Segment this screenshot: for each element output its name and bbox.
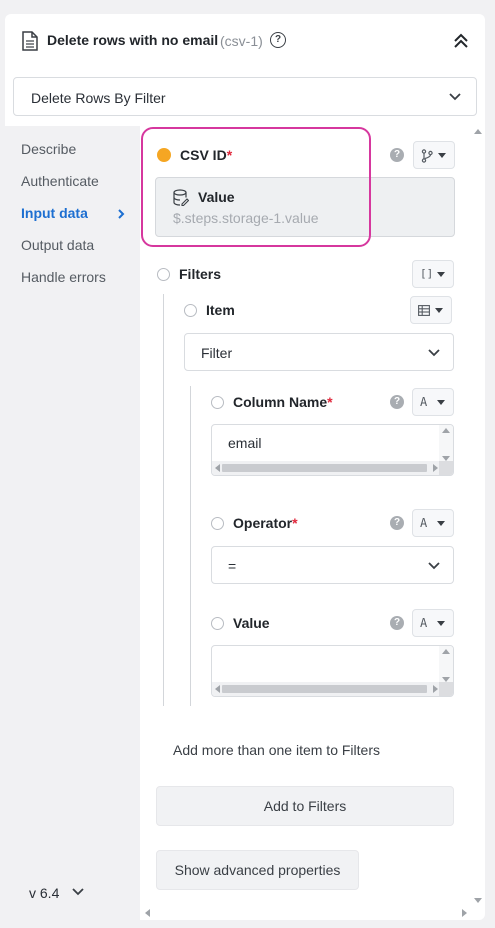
csv-id-type-button[interactable]	[413, 141, 455, 169]
resize-handle[interactable]	[439, 461, 453, 475]
operator-type-button[interactable]: A	[412, 509, 454, 537]
tree-line-nested	[190, 386, 191, 706]
field-filters: Filters	[157, 266, 221, 282]
value-radio[interactable]	[211, 616, 224, 630]
chevron-right-icon	[118, 209, 125, 219]
textarea-vscroll[interactable]	[439, 425, 453, 463]
csv-id-help-icon[interactable]: ?	[390, 148, 404, 162]
value-type-button[interactable]: A	[412, 609, 454, 637]
vertical-scrollbar[interactable]	[471, 126, 485, 906]
action-select-value: Delete Rows By Filter	[31, 90, 166, 106]
operator-help-icon[interactable]: ?	[390, 516, 404, 530]
field-value: Value	[211, 615, 270, 631]
horizontal-scrollbar[interactable]	[141, 906, 471, 920]
chevron-down-icon	[428, 349, 440, 357]
text-type-icon: A	[420, 516, 428, 530]
caret-down-icon	[437, 621, 445, 626]
required-mark: *	[327, 394, 333, 410]
item-type-button[interactable]	[410, 296, 452, 324]
required-mark: *	[292, 515, 298, 531]
filters-radio[interactable]	[157, 267, 170, 281]
filters-label: Filters	[179, 266, 222, 282]
list-icon: []	[420, 267, 434, 280]
column-name-type-button[interactable]: A	[412, 388, 454, 416]
caret-down-icon	[437, 521, 445, 526]
add-more-hint: Add more than one item to Filters	[173, 742, 380, 758]
resize-handle[interactable]	[439, 682, 453, 696]
chevron-down-icon	[428, 562, 440, 570]
textarea-hscroll[interactable]	[212, 682, 441, 696]
table-icon	[418, 305, 430, 316]
tree-line	[163, 294, 164, 706]
nav-item-input-data[interactable]: Input data	[21, 205, 88, 221]
value-input[interactable]	[211, 645, 454, 697]
caret-down-icon	[437, 400, 445, 405]
action-select[interactable]: Delete Rows By Filter	[13, 77, 477, 116]
help-icon[interactable]: ?	[270, 32, 286, 48]
column-name-help-icon[interactable]: ?	[390, 395, 404, 409]
column-name-input[interactable]: email	[211, 424, 454, 476]
operator-select[interactable]: =	[211, 546, 454, 584]
panel-header: Delete rows with no email (csv-1) ?	[5, 14, 485, 66]
collapse-chevrons-icon[interactable]	[451, 31, 471, 51]
step-id: (csv-1)	[220, 33, 263, 49]
operator-radio[interactable]	[211, 516, 224, 530]
version-chevron-down-icon[interactable]	[72, 887, 84, 897]
add-to-filters-button[interactable]: Add to Filters	[156, 786, 454, 826]
item-radio[interactable]	[184, 303, 197, 317]
column-name-label: Column Name	[233, 394, 328, 410]
value-label: Value	[233, 615, 270, 631]
nav-item-output-data[interactable]: Output data	[21, 237, 94, 253]
item-type-select[interactable]: Filter	[184, 333, 454, 371]
item-type-select-value: Filter	[201, 345, 233, 361]
field-item: Item	[184, 302, 235, 318]
item-label: Item	[206, 302, 235, 318]
column-name-radio[interactable]	[211, 395, 224, 409]
nav-item-authenticate[interactable]: Authenticate	[21, 173, 99, 189]
text-type-icon: A	[420, 616, 428, 630]
caret-down-icon	[437, 272, 445, 277]
operator-select-value: =	[228, 558, 237, 574]
nav-item-describe[interactable]: Describe	[21, 141, 76, 157]
step-title[interactable]: Delete rows with no email	[47, 32, 218, 48]
operator-label: Operator	[233, 515, 293, 531]
field-column-name: Column Name *	[211, 394, 333, 410]
caret-down-icon	[438, 153, 446, 158]
nav-item-handle-errors[interactable]: Handle errors	[21, 269, 106, 285]
caret-down-icon	[435, 308, 443, 313]
textarea-vscroll[interactable]	[439, 646, 453, 684]
version-label[interactable]: v 6.4	[29, 885, 59, 901]
field-operator: Operator *	[211, 515, 298, 531]
filters-type-button[interactable]: []	[412, 260, 454, 288]
show-advanced-button[interactable]: Show advanced properties	[156, 850, 359, 890]
column-name-value: email	[228, 435, 262, 451]
text-type-icon: A	[420, 395, 428, 409]
value-help-icon[interactable]: ?	[390, 616, 404, 630]
highlight-box	[141, 127, 371, 247]
textarea-hscroll[interactable]	[212, 461, 441, 475]
chevron-down-icon	[449, 93, 461, 101]
branch-icon	[421, 149, 433, 163]
document-icon	[22, 31, 38, 51]
